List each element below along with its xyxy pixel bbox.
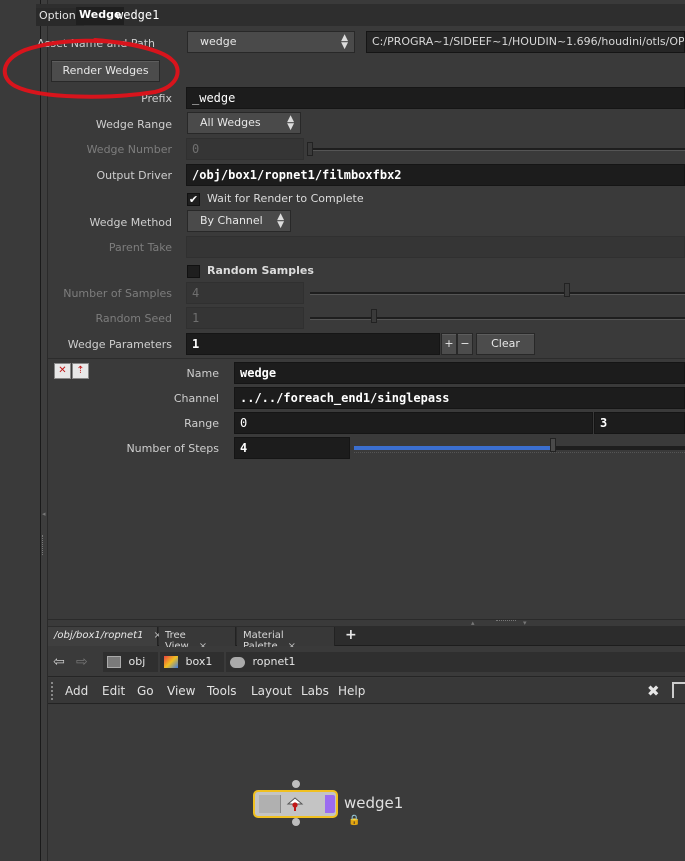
wedge-range-menu[interactable]: All Wedges ▲ ▼	[187, 112, 301, 134]
random-seed-slider-handle[interactable]	[371, 309, 377, 323]
tab-ropnet1[interactable]: /obj/box1/ropnet1 ×	[48, 627, 162, 646]
param-range-min-field[interactable]: 0	[234, 412, 593, 434]
param-name-field[interactable]: wedge	[234, 362, 685, 384]
back-arrow-icon[interactable]: ⇦	[53, 654, 65, 670]
obj-icon	[107, 656, 121, 668]
param-steps-slider-handle[interactable]	[550, 438, 556, 452]
wedge-number-slider[interactable]	[310, 148, 685, 151]
param-name-label: Name	[186, 367, 219, 380]
tab-material-palette[interactable]: Material Palette×	[237, 627, 335, 652]
breadcrumb-ropnet1[interactable]: ropnet1	[226, 652, 685, 672]
wedge-number-field[interactable]: 0	[186, 138, 304, 160]
remove-param-button[interactable]: −	[457, 333, 473, 355]
param-range-max-field[interactable]: 3	[594, 412, 685, 434]
random-seed-slider[interactable]	[310, 317, 685, 320]
param-steps-label: Number of Steps	[126, 442, 219, 455]
parent-take-field[interactable]	[186, 236, 685, 258]
clear-params-button[interactable]: Clear	[476, 333, 535, 355]
tools-icon[interactable]: ✖	[647, 682, 660, 700]
breadcrumb-label: box1	[185, 655, 213, 668]
menu-labs[interactable]: Labs	[301, 684, 329, 698]
breadcrumb-obj[interactable]: obj	[103, 652, 158, 672]
wait-render-checkbox[interactable]: ✔	[187, 193, 200, 206]
menu-help[interactable]: Help	[338, 684, 365, 698]
forward-arrow-icon[interactable]: ⇨	[76, 654, 88, 670]
add-param-button[interactable]: +	[441, 333, 457, 355]
slider-ticks	[354, 452, 685, 456]
wedge-node[interactable]	[253, 790, 338, 818]
param-steps-slider[interactable]	[354, 446, 685, 450]
wedge-range-label: Wedge Range	[95, 118, 172, 131]
asset-name-value: wedge	[200, 35, 237, 48]
add-tab-icon[interactable]: +	[345, 627, 357, 643]
list-icon[interactable]	[672, 682, 685, 698]
param-range-label: Range	[184, 417, 219, 430]
breadcrumb-box1[interactable]: box1	[160, 652, 224, 672]
geometry-icon	[164, 656, 178, 668]
num-samples-slider-handle[interactable]	[564, 283, 570, 297]
wedge-method-menu[interactable]: By Channel ▲ ▼	[187, 210, 291, 232]
tab-tree-view[interactable]: Tree View×	[159, 627, 236, 652]
menu-go[interactable]: Go	[137, 684, 154, 698]
wedge-number-slider-handle[interactable]	[307, 142, 313, 156]
random-seed-label: Random Seed	[95, 312, 172, 325]
updown-arrow-icon: ▲ ▼	[277, 212, 284, 230]
network-view[interactable]	[48, 705, 685, 861]
updown-arrow-icon: ▲ ▼	[341, 33, 348, 51]
menu-edit[interactable]: Edit	[102, 684, 125, 698]
random-samples-checkbox[interactable]	[187, 265, 200, 278]
num-samples-field[interactable]: 4	[186, 282, 304, 304]
num-samples-label: Number of Samples	[63, 287, 172, 300]
block-divider	[48, 358, 685, 359]
grip-icon	[51, 682, 54, 700]
param-steps-field[interactable]: 4	[234, 437, 350, 459]
random-samples-label: Random Samples	[207, 264, 314, 277]
collapse-arrow-icon[interactable]: ◂	[42, 510, 46, 520]
node-output-port[interactable]	[292, 818, 300, 826]
param-steps-slider-fill	[354, 446, 553, 450]
grip-icon	[42, 535, 46, 555]
param-channel-field[interactable]: ../../foreach_end1/singlepass	[234, 387, 685, 409]
node-display-flag[interactable]	[325, 795, 335, 813]
wedge-method-value: By Channel	[200, 214, 263, 227]
grip-icon	[496, 620, 516, 624]
menu-tools[interactable]: Tools	[207, 684, 237, 698]
random-seed-field[interactable]: 1	[186, 307, 304, 329]
menu-add[interactable]: Add	[65, 684, 88, 698]
prefix-label: Prefix	[141, 92, 172, 105]
node-label: wedge1	[344, 794, 404, 812]
wedge-params-count-field[interactable]: 1	[186, 333, 440, 355]
breadcrumb-label: ropnet1	[252, 655, 296, 668]
asset-label: Asset Name and Path	[37, 37, 155, 50]
wedge-method-label: Wedge Method	[89, 216, 172, 229]
menu-view[interactable]: View	[167, 684, 195, 698]
asset-name-menu[interactable]: wedge ▲ ▼	[187, 31, 355, 53]
tab-label: /obj/box1/ropnet1	[54, 630, 144, 641]
render-wedges-button[interactable]: Render Wedges	[51, 60, 160, 82]
breadcrumb-label: obj	[128, 655, 146, 668]
param-channel-label: Channel	[173, 392, 219, 405]
node-bypass-flag[interactable]	[259, 795, 281, 813]
num-samples-slider[interactable]	[310, 292, 685, 295]
updown-arrow-icon: ▲ ▼	[287, 114, 294, 132]
parent-take-label: Parent Take	[108, 241, 172, 254]
wedge-icon	[286, 796, 304, 812]
lock-icon: 🔒	[348, 815, 361, 826]
wedge-params-label: Wedge Parameters	[67, 338, 172, 351]
prefix-field[interactable]: _wedge	[186, 87, 685, 109]
output-driver-label: Output Driver	[96, 169, 172, 182]
output-driver-field[interactable]: /obj/box1/ropnet1/filmboxfbx2	[186, 164, 685, 186]
wedge-number-label: Wedge Number	[86, 143, 172, 156]
rop-network-icon	[230, 656, 245, 668]
node-input-port[interactable]	[292, 780, 300, 788]
menu-layout[interactable]: Layout	[251, 684, 292, 698]
node-name[interactable]: wedge1	[116, 8, 159, 22]
wait-render-label: Wait for Render to Complete	[207, 192, 364, 205]
wedge-range-value: All Wedges	[200, 116, 261, 129]
asset-path-field[interactable]: C:/PROGRA~1/SIDEEF~1/HOUDIN~1.696/houdin…	[366, 31, 685, 53]
